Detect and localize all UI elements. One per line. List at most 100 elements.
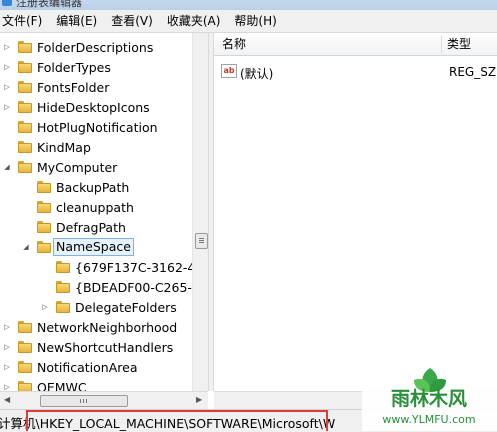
tree-item[interactable]: cleanuppath (21, 197, 134, 217)
tree-item-label: NewShortcutHandlers (37, 339, 174, 355)
column-header: 名称 类型 (214, 33, 497, 56)
tree-item[interactable]: ◢ MyComputer (2, 157, 117, 177)
tree-item[interactable]: ▷ OEMWC (2, 377, 87, 391)
tree-item[interactable]: HotPlugNotification (2, 117, 158, 137)
folder-icon (18, 341, 32, 353)
tree-item[interactable]: {679F137C-3162-4 (40, 257, 195, 277)
tree-item[interactable]: BackupPath (21, 177, 129, 197)
tree-item[interactable]: ▷ NetworkNeighborhood (2, 317, 177, 337)
regedit-app-icon (2, 0, 12, 6)
expand-arrow-icon[interactable]: ▷ (2, 322, 12, 332)
path-highlight-box (26, 410, 328, 431)
folder-icon (37, 201, 51, 213)
menu-bar: 文件(F) 编辑(E) 查看(V) 收藏夹(A) 帮助(H) (0, 10, 497, 33)
tree-item-label: FolderTypes (37, 59, 111, 75)
tree-item-label: HotPlugNotification (37, 119, 158, 135)
tree-item-label: HideDesktopIcons (37, 99, 150, 115)
menu-file[interactable]: 文件(F) (0, 10, 49, 32)
tree-item[interactable]: KindMap (2, 137, 91, 157)
folder-icon (56, 281, 70, 293)
collapse-arrow-icon[interactable]: ◢ (2, 162, 12, 172)
scroll-left-icon[interactable]: ◀ (4, 395, 10, 404)
tree-item[interactable]: ▷ NewShortcutHandlers (2, 337, 173, 357)
expand-arrow-icon[interactable]: ▷ (2, 362, 12, 372)
collapse-arrow-icon[interactable]: ◢ (21, 242, 31, 252)
expand-arrow-icon[interactable]: ▷ (2, 82, 12, 92)
tree-item[interactable]: {BDEADF00-C265- (40, 277, 192, 297)
tree-item-label: KindMap (37, 139, 91, 155)
watermark-brand: 雨林木风 (391, 387, 467, 410)
tree-item-label: DefragPath (56, 219, 126, 235)
expand-arrow-icon[interactable]: ▷ (2, 62, 12, 72)
folder-icon (37, 241, 51, 253)
folder-icon (18, 141, 32, 153)
folder-icon (18, 101, 32, 113)
title-bar: 注册表编辑器 (0, 0, 497, 10)
tree-item[interactable]: ▷ FontsFolder (2, 77, 109, 97)
tree-item-label: OEMWC (37, 379, 87, 392)
folder-icon (18, 41, 32, 53)
menu-edit[interactable]: 编辑(E) (49, 10, 104, 32)
folder-icon (18, 321, 32, 333)
tree-item[interactable]: ▷ HideDesktopIcons (2, 97, 150, 117)
tree-item[interactable]: ▷ NotificationArea (2, 357, 138, 377)
tree-item-label: NetworkNeighborhood (37, 319, 178, 335)
column-type-header[interactable]: 类型 (447, 33, 471, 55)
tree-item-label: cleanuppath (56, 199, 134, 215)
folder-icon (18, 61, 32, 73)
folder-icon (37, 181, 51, 193)
folder-icon (18, 381, 32, 391)
tree-item[interactable]: ◢ NameSpace (21, 237, 134, 257)
window-title: 注册表编辑器 (16, 0, 82, 9)
tree-item-label: FontsFolder (37, 79, 110, 95)
folder-icon (18, 361, 32, 373)
tree-item-label: DelegateFolders (75, 299, 177, 315)
scroll-right-icon[interactable]: ▶ (196, 395, 202, 404)
value-name: (默认) (240, 67, 274, 81)
folder-icon (18, 121, 32, 133)
menu-help[interactable]: 帮助(H) (227, 10, 283, 32)
registry-tree[interactable]: ▷ FolderDescriptions ▷ FolderTypes ▷ FontsFol… (0, 33, 208, 391)
tree-item-label: BackupPath (56, 179, 130, 195)
expand-arrow-icon[interactable]: ▷ (2, 102, 12, 112)
folder-icon (56, 261, 70, 273)
tree-item-label: MyComputer (37, 159, 118, 175)
tree-item[interactable]: DefragPath (21, 217, 126, 237)
tree-item[interactable]: ▷ DelegateFolders (40, 297, 177, 317)
tree-item-label: NameSpace (53, 238, 134, 256)
folder-icon (37, 221, 51, 233)
tree-item[interactable]: ▷ FolderDescriptions (2, 37, 153, 57)
folder-icon (18, 161, 32, 173)
value-type: REG_SZ (449, 65, 497, 79)
column-name-header[interactable]: 名称 (222, 33, 246, 55)
watermark-url: www.YLMFU.com (382, 413, 475, 426)
folder-icon (56, 301, 70, 313)
expand-arrow-icon[interactable]: ▷ (2, 342, 12, 352)
tree-item-label: NotificationArea (37, 359, 138, 375)
tree-item-label: {679F137C-3162-4 (75, 259, 196, 275)
values-list: 名称 类型 ab (默认) REG_SZ (214, 33, 497, 391)
tree-item[interactable]: ▷ FolderTypes (2, 57, 111, 77)
string-value-icon: ab (221, 64, 237, 78)
folder-icon (18, 81, 32, 93)
expand-arrow-icon[interactable]: ▷ (2, 42, 12, 52)
expand-arrow-icon[interactable]: ▷ (2, 382, 12, 391)
tree-item-label: {BDEADF00-C265- (75, 279, 192, 295)
tree-scroll-thumb[interactable] (195, 233, 208, 249)
expand-arrow-icon[interactable]: ▷ (40, 302, 50, 312)
menu-view[interactable]: 查看(V) (104, 10, 160, 32)
tree-hscroll-thumb[interactable] (40, 395, 128, 407)
tree-horizontal-scrollbar[interactable]: ◀ ▶ (0, 391, 208, 409)
ylmf-watermark-logo: 雨林木风 www.YLMFU.com (362, 362, 497, 431)
tree-vertical-scrollbar[interactable] (192, 33, 209, 391)
value-row[interactable]: ab (默认) REG_SZ (214, 63, 497, 81)
menu-favorites[interactable]: 收藏夹(A) (160, 10, 228, 32)
tree-item-label: FolderDescriptions (37, 39, 154, 55)
